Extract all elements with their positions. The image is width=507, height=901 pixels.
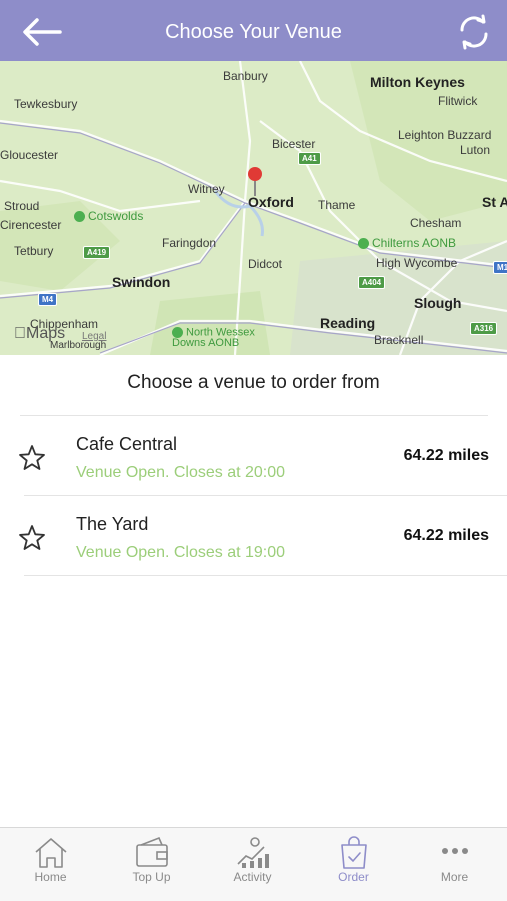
map-label: Cirencester xyxy=(0,218,62,232)
map-label: St A xyxy=(482,194,507,210)
maps-attribution: Maps xyxy=(14,325,65,343)
venue-status: Venue Open. Closes at 19:00 xyxy=(76,544,286,561)
road-shield: M4 xyxy=(38,293,58,306)
more-dots-icon xyxy=(442,848,468,854)
star-icon[interactable] xyxy=(18,444,46,472)
map-label: Didcot xyxy=(248,257,283,271)
tab-bar: Home Top Up Activity Order More xyxy=(0,827,507,901)
map-label: Flitwick xyxy=(438,94,478,108)
tab-label: Home xyxy=(34,870,67,884)
park-icon xyxy=(358,238,369,250)
tab-label: Activity xyxy=(233,870,272,884)
venue-list-heading: Choose a venue to order from xyxy=(127,372,380,393)
map-label: Chesham xyxy=(410,216,462,230)
refresh-icon[interactable] xyxy=(457,14,491,50)
map-label-text: Chilterns AONB xyxy=(372,236,457,250)
divider xyxy=(24,575,507,576)
road-shield: A419 xyxy=(83,246,111,259)
wallet-icon xyxy=(136,836,168,867)
map-label: High Wycombe xyxy=(376,256,458,270)
legal-link[interactable]: Legal xyxy=(82,331,106,342)
road-shield: A404 xyxy=(358,276,386,289)
map-label: Bicester xyxy=(272,137,316,151)
page-title: Choose Your Venue xyxy=(165,21,342,43)
map-label: Gloucester xyxy=(0,148,59,162)
home-icon xyxy=(35,838,67,868)
map-label-text: North Wessex Downs AONB xyxy=(172,326,255,350)
venue-row[interactable]: Cafe Central Venue Open. Closes at 20:00… xyxy=(0,416,507,496)
road-shield: M1 xyxy=(493,261,507,274)
tab-order[interactable]: Order xyxy=(303,828,404,901)
map-label: Thame xyxy=(318,198,356,212)
venue-distance: 64.22 miles xyxy=(403,447,489,464)
map-label: Luton xyxy=(460,143,491,157)
venue-row[interactable]: The Yard Venue Open. Closes at 19:00 64.… xyxy=(0,496,507,576)
map-label: Tewkesbury xyxy=(14,97,78,111)
app-header: Choose Your Venue xyxy=(0,0,507,61)
map-label: Slough xyxy=(414,295,462,311)
tab-activity[interactable]: Activity xyxy=(202,828,303,901)
map-label: Milton Keynes xyxy=(370,74,465,90)
map-label: Chilterns AONB xyxy=(358,236,456,250)
star-icon[interactable] xyxy=(18,524,46,552)
venue-status: Venue Open. Closes at 20:00 xyxy=(76,464,286,481)
venue-name: The Yard xyxy=(76,514,149,534)
tab-top-up[interactable]: Top Up xyxy=(101,828,202,901)
road-shield: A316 xyxy=(470,322,498,335)
map-label: Tetbury xyxy=(14,244,54,258)
map-label: Swindon xyxy=(112,274,171,290)
map-label: Stroud xyxy=(4,199,40,213)
map-label-text: Cotswolds xyxy=(88,209,144,223)
tab-label: More xyxy=(440,870,469,884)
map-label: Witney xyxy=(188,182,225,196)
tab-home[interactable]: Home xyxy=(0,828,101,901)
activity-chart-icon xyxy=(237,837,269,868)
tab-label: Top Up xyxy=(132,870,171,884)
park-icon xyxy=(172,327,183,338)
map-label: Bracknell xyxy=(374,333,424,347)
park-icon xyxy=(74,211,85,223)
maps-attribution-text: Maps xyxy=(14,325,65,342)
map-label: Faringdon xyxy=(162,236,217,250)
map-label: Leighton Buzzard xyxy=(398,128,492,142)
map-label-oxford: Oxford xyxy=(248,194,294,210)
venue-distance: 64.22 miles xyxy=(403,527,489,544)
tab-more[interactable]: More xyxy=(404,828,505,901)
tab-label: Order xyxy=(338,870,369,884)
map-label: North Wessex Downs AONB xyxy=(172,327,262,349)
map-label: Reading xyxy=(320,315,376,331)
map-label: Banbury xyxy=(223,69,268,83)
shopping-bag-icon xyxy=(341,836,367,869)
venue-map[interactable]: Banbury Milton Keynes Tewkesbury Flitwic… xyxy=(0,61,507,355)
venue-name: Cafe Central xyxy=(76,434,178,454)
map-label: Cotswolds xyxy=(74,209,143,223)
road-shield: A41 xyxy=(298,152,321,165)
